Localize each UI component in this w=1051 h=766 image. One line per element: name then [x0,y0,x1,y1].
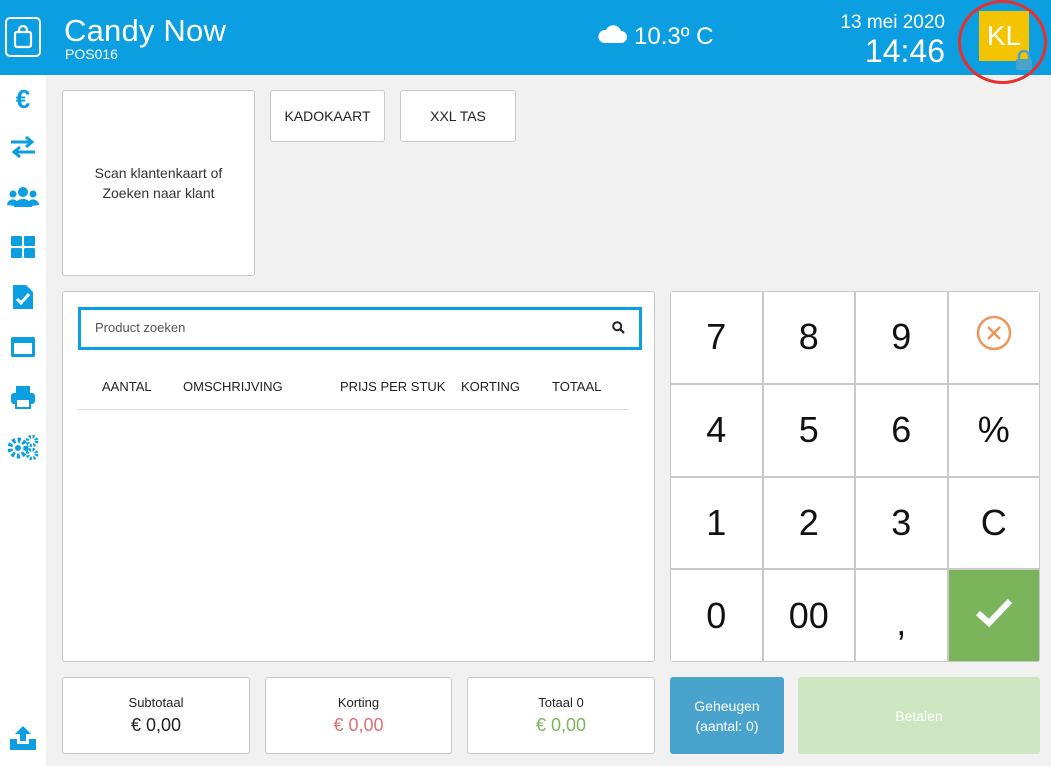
euro-icon: € [15,83,31,114]
key-comma[interactable]: , [856,570,947,661]
cancel-circle-icon [975,314,1013,361]
product-search [78,307,642,350]
table-header-divider [78,409,629,410]
temperature: 10.3º C [634,22,714,50]
column-header-unit-price: PRIJS PER STUK [340,379,446,394]
sidebar-item-customers[interactable] [0,179,46,219]
total-label: Totaal 0 [538,695,584,710]
numeric-keypad: 7 8 9 4 5 6 % 1 2 3 C 0 00 , [670,291,1040,662]
key-1[interactable]: 1 [671,477,762,569]
search-icon[interactable] [612,321,625,339]
pay-button[interactable]: Betalen [798,677,1040,754]
sidebar-item-tasks[interactable] [0,279,46,319]
subtotal-value: € 0,00 [130,715,182,735]
shopping-bag-icon[interactable] [5,17,41,57]
sidebar-item-transfer[interactable] [0,129,46,169]
checkmark-icon [974,595,1014,637]
key-3[interactable]: 3 [856,477,947,569]
xxl-bag-button[interactable]: XXL TAS [400,90,516,142]
register-id: POS016 [65,46,118,62]
weather: 10.3º C [596,22,713,51]
product-search-input[interactable] [95,320,595,335]
users-icon [7,186,39,213]
window-icon [10,336,36,363]
column-header-total: TOTAAL [552,379,602,394]
column-header-description: OMSCHRIJVING [183,379,283,394]
total-box: Totaal 0 € 0,00 [467,677,655,754]
upload-icon [9,725,37,756]
total-value: € 0,00 [535,715,587,735]
memory-label: Geheugen [694,697,760,714]
sidebar-item-payments[interactable]: € [0,79,46,119]
printer-icon [10,385,36,414]
sidebar: € [0,75,46,766]
key-8[interactable]: 8 [763,292,854,383]
discount-value: € 0,00 [333,715,384,735]
sidebar-item-settings[interactable] [0,429,46,469]
key-clear[interactable]: C [948,477,1039,569]
store-title: Candy Now [64,13,227,48]
discount-label: Korting [337,695,380,710]
clipboard-check-icon [12,284,34,315]
gears-icon [7,434,39,465]
header-bar: Candy Now POS016 10.3º C 13 mei 2020 14:… [0,0,1051,84]
order-panel: AANTAL OMSCHRIJVING PRIJS PER STUK KORTI… [62,291,655,662]
sidebar-item-print[interactable] [0,379,46,419]
current-time: 14:46 [864,33,945,69]
grid-icon [10,235,36,264]
sidebar-item-products[interactable] [0,229,46,269]
lock-icon[interactable] [1013,49,1035,76]
subtotal-label: Subtotaal [128,695,184,710]
current-date: 13 mei 2020 [840,12,945,33]
subtotal-box: Subtotaal € 0,00 [62,677,250,754]
cloud-icon [596,22,628,51]
key-6[interactable]: 6 [856,384,947,476]
discount-box: Korting € 0,00 [265,677,452,754]
key-4[interactable]: 4 [671,384,762,476]
sidebar-item-screen[interactable] [0,329,46,369]
column-header-discount: KORTING [461,379,520,394]
memory-count: (aantal: 0) [695,717,759,734]
key-cancel[interactable] [948,292,1039,383]
transfer-arrows-icon [9,135,37,163]
key-percent[interactable]: % [948,384,1039,476]
key-00[interactable]: 00 [763,570,854,661]
key-9[interactable]: 9 [856,292,947,383]
key-2[interactable]: 2 [763,477,854,569]
key-confirm[interactable] [948,570,1039,661]
giftcard-button[interactable]: KADOKAART [270,90,385,142]
key-7[interactable]: 7 [671,292,762,383]
key-5[interactable]: 5 [763,384,854,476]
column-header-quantity: AANTAL [102,379,152,394]
customer-lookup[interactable]: Scan klantenkaart of Zoeken naar klant [62,90,255,276]
sidebar-item-upload[interactable] [0,720,46,760]
key-0[interactable]: 0 [671,570,762,661]
customer-prompt: Scan klantenkaart of Zoeken naar klant [94,165,223,201]
user-highlight-ring: KL [958,0,1047,84]
memory-button[interactable]: Geheugen (aantal: 0) [670,677,784,754]
